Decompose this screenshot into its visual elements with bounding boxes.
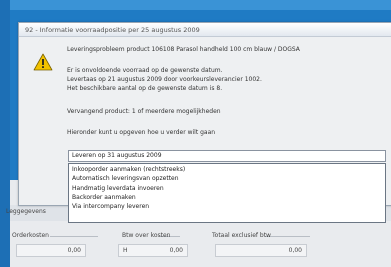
message-stock: Er is onvoldoende voorraad op de gewenst… — [67, 67, 223, 74]
message-available: Het beschikbare aantal op de gewenste da… — [67, 85, 223, 92]
orderkosten-field[interactable]: 0,00 — [16, 244, 86, 257]
option-inkooporder[interactable]: Inkooporder aanmaken (rechtstreeks) — [72, 165, 385, 174]
option-automatisch[interactable]: Automatisch leveringsvan opzetten — [72, 174, 385, 183]
totaal-field[interactable]: 0,00 — [215, 244, 307, 257]
leggegevens-label: Leggegevens — [6, 208, 46, 215]
warning-icon — [33, 53, 53, 71]
btw-code: H — [123, 247, 128, 254]
totaal-label: Totaal exclusief btw — [212, 232, 271, 239]
btw-combo[interactable]: H 0,00 — [118, 244, 188, 257]
action-select[interactable]: Leveren op 31 augustus 2009 — [68, 150, 386, 162]
btw-value: 0,00 — [169, 247, 183, 254]
btw-label: Btw over kosten — [122, 232, 171, 239]
totaal-value: 0,00 — [288, 247, 302, 254]
option-handmatig[interactable]: Handmatig leverdata invoeren — [72, 184, 385, 193]
message-replacement: Vervangend product: 1 of meerdere mogeli… — [67, 108, 221, 115]
desktop-background-left — [0, 0, 10, 267]
separator — [50, 236, 98, 237]
action-dropdown-list: Inkooporder aanmaken (rechtstreeks) Auto… — [68, 163, 386, 223]
separator — [265, 236, 310, 237]
orderkosten-label: Orderkosten — [12, 232, 49, 239]
orderkosten-value: 0,00 — [67, 247, 81, 254]
desktop-background-top — [0, 0, 391, 10]
dialog-title[interactable]: 92 - Informatie voorraadpositie per 25 a… — [19, 23, 391, 37]
option-backorder[interactable]: Backorder aanmaken — [72, 193, 385, 202]
message-instruction: Hieronder kunt u opgeven hoe u verder wi… — [67, 129, 216, 136]
voorraad-dialog: 92 - Informatie voorraadpositie per 25 a… — [18, 22, 391, 223]
option-intercompany[interactable]: Via intercompany leveren — [72, 202, 385, 211]
message-product: Leveringsprobleem product 106108 Parasol… — [67, 46, 300, 53]
message-delivery: Levertaas op 21 augustus 2009 door voork… — [67, 76, 262, 83]
